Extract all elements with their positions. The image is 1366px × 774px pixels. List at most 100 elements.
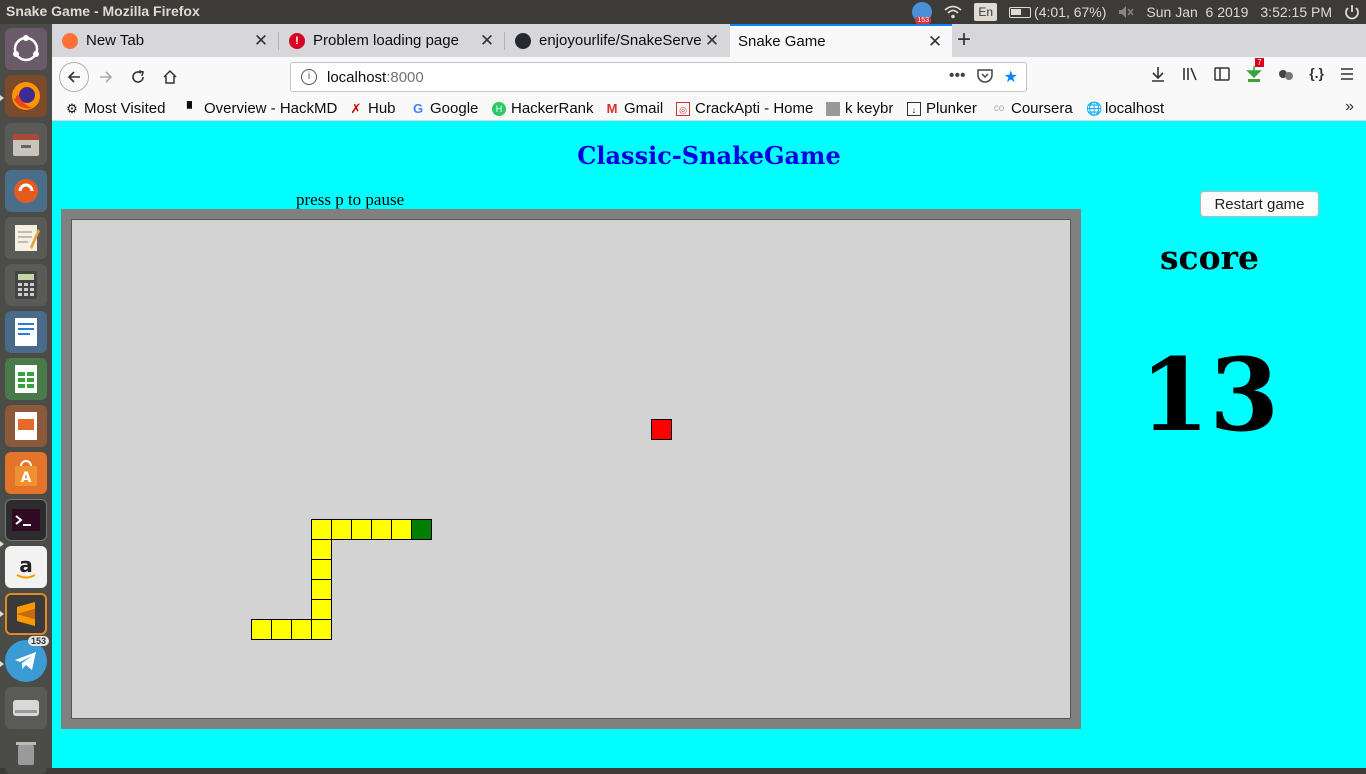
downloads-icon[interactable] (1149, 65, 1167, 83)
tab-snake-game[interactable]: Snake Game ✕ (730, 24, 952, 57)
tab-problem-loading[interactable]: ! Problem loading page ✕ (279, 24, 504, 57)
score-value: 13 (1139, 336, 1280, 454)
score-label: score (1159, 238, 1260, 277)
tab-label: Problem loading page (313, 32, 459, 49)
date-label: Sun Jan 6 2019 (1146, 4, 1249, 20)
sublime-text-icon[interactable] (5, 593, 47, 635)
bookmarks-toolbar: ⚙ Most Visited ▘ Overview - HackMD ✗ Hub GG… (52, 97, 1366, 121)
bookmark-hackerrank[interactable]: H HackerRank (492, 100, 594, 117)
bookmark-label: Gmail (624, 100, 664, 117)
telegram-icon[interactable]: 153 (5, 636, 49, 682)
pocket-icon[interactable] (976, 67, 994, 85)
bookmark-label: HackerRank (511, 100, 594, 117)
bookmark-hub[interactable]: ✗ Hub (349, 100, 396, 117)
github-icon (515, 32, 531, 49)
snake-body-segment (311, 539, 332, 560)
battery-indicator[interactable]: (4:01, 67%) (1003, 0, 1112, 24)
amazon-icon[interactable]: a (5, 546, 47, 588)
back-button[interactable] (59, 62, 89, 92)
ubuntu-software-icon[interactable]: A (5, 452, 47, 494)
url-host: localhost (327, 68, 387, 86)
new-tab-button[interactable]: + (957, 26, 971, 54)
terminal-running-pip (0, 541, 4, 547)
power-icon[interactable] (1338, 0, 1366, 24)
tab-label: New Tab (86, 32, 145, 49)
close-icon[interactable]: ✕ (924, 32, 946, 52)
wifi-icon[interactable] (938, 0, 968, 24)
site-info-icon[interactable]: i (301, 69, 317, 85)
close-icon[interactable]: ✕ (701, 31, 723, 51)
bookmark-star-icon[interactable]: ★ (1004, 67, 1018, 87)
url-bar[interactable]: i localhost:8000 ••• ★ (290, 62, 1027, 92)
software-updater-icon[interactable] (5, 170, 47, 212)
google-icon: G (412, 100, 424, 116)
telegram-running-pip (0, 661, 4, 667)
bookmark-plunker[interactable]: ↓ Plunker (907, 100, 977, 117)
disk-icon[interactable] (5, 687, 47, 729)
game-board[interactable] (71, 219, 1071, 719)
terminal-icon[interactable] (5, 499, 47, 541)
extension-icon[interactable] (1277, 65, 1295, 83)
calculator-icon[interactable] (5, 264, 47, 306)
ubuntu-dash-icon[interactable] (5, 28, 47, 70)
snake-body-segment (391, 519, 412, 540)
snake-body-segment (311, 599, 332, 620)
bookmarks-overflow-icon[interactable]: » (1345, 98, 1354, 116)
bookmark-label: Coursera (1011, 100, 1073, 117)
snake-head (411, 519, 432, 540)
snake-body-segment (311, 619, 332, 640)
tab-github[interactable]: enjoyourlife/SnakeServe ✕ (505, 24, 729, 57)
tab-label: enjoyourlife/SnakeServe (539, 32, 701, 49)
home-button[interactable] (156, 63, 184, 91)
toolbar-right: 7 {.} (1149, 58, 1356, 88)
date-indicator[interactable]: Sun Jan 6 2019 (1140, 0, 1254, 24)
keyboard-layout-label: En (974, 3, 998, 21)
clock-indicator[interactable]: 3:52:15 PM (1254, 0, 1338, 24)
back-arrow-icon (67, 71, 80, 83)
keyboard-layout-indicator[interactable]: En (968, 0, 1003, 24)
bookmark-gmail[interactable]: M Gmail (605, 100, 664, 117)
close-icon[interactable]: ✕ (250, 31, 272, 51)
bookmark-keybr[interactable]: k keybr (826, 100, 893, 117)
browser-nav-bar: i localhost:8000 ••• ★ 7 {.} (52, 57, 1366, 97)
gmail-icon: M (606, 100, 618, 116)
bookmark-hackmd[interactable]: ▘ Overview - HackMD (185, 100, 337, 117)
bookmark-google[interactable]: G Google (411, 100, 478, 117)
snake-body-segment (271, 619, 292, 640)
error-icon: ! (289, 32, 305, 49)
volume-mute-icon[interactable] (1112, 0, 1140, 24)
battery-icon (1009, 6, 1032, 18)
notification-icon: 153 (912, 2, 933, 24)
bookmark-most-visited[interactable]: ⚙ Most Visited (65, 100, 165, 117)
restart-game-button[interactable]: Restart game (1200, 191, 1319, 217)
bookmark-coursera[interactable]: co Coursera (992, 100, 1073, 117)
sidebar-icon[interactable] (1213, 65, 1231, 83)
unity-launcher: A a 153 (0, 24, 52, 774)
forward-button[interactable] (92, 63, 120, 91)
bookmark-localhost[interactable]: 🌐 localhost (1086, 100, 1164, 117)
download-helper-icon[interactable]: 7 (1245, 58, 1264, 88)
notification-indicator[interactable]: 153 (906, 0, 938, 24)
libreoffice-impress-icon[interactable] (5, 405, 47, 447)
time-label: 3:52:15 PM (1260, 4, 1332, 20)
snake-body-segment (371, 519, 392, 540)
tab-new-tab[interactable]: New Tab ✕ (52, 24, 278, 57)
libreoffice-writer-icon[interactable] (5, 311, 47, 353)
firefox-icon (62, 32, 78, 49)
json-viewer-icon[interactable]: {.} (1309, 65, 1324, 88)
firefox-icon[interactable] (5, 75, 47, 117)
menu-icon[interactable] (1338, 65, 1356, 83)
url-port: :8000 (386, 68, 424, 86)
system-top-panel: Snake Game - Mozilla Firefox 153 En (4:0… (0, 0, 1366, 24)
files-icon[interactable] (5, 123, 47, 165)
bookmark-crackapti[interactable]: ◎ CrackApti - Home (676, 100, 813, 117)
reload-button[interactable] (124, 63, 152, 91)
libreoffice-calc-icon[interactable] (5, 358, 47, 400)
snake-body-segment (311, 559, 332, 580)
page-content: Classic-SnakeGame press p to pause Resta… (52, 121, 1366, 768)
text-editor-icon[interactable] (5, 217, 47, 259)
page-actions-icon[interactable]: ••• (949, 67, 966, 87)
close-icon[interactable]: ✕ (476, 31, 498, 51)
library-icon[interactable] (1181, 65, 1199, 83)
bookmark-label: Most Visited (84, 100, 166, 117)
